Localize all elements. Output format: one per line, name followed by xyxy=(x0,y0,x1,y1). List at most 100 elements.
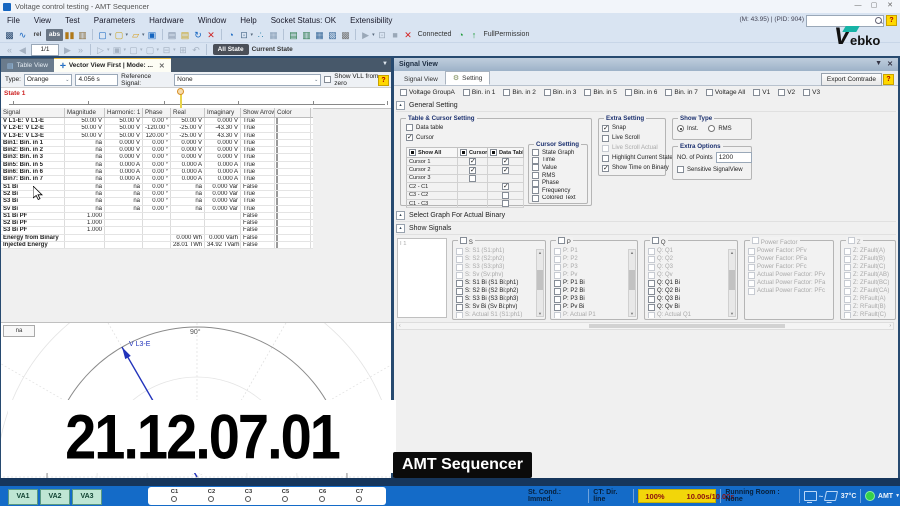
cursor-setting-checkbox-phase[interactable] xyxy=(532,179,539,187)
cursor-setting-checkbox-value[interactable] xyxy=(532,164,539,172)
filter-checkbox-bin-in-5[interactable] xyxy=(584,89,592,96)
filter-bin-in-7[interactable]: Bin. in 7 xyxy=(665,89,698,96)
cursor-setting-checkbox-time[interactable] xyxy=(532,156,539,164)
page-indicator[interactable]: 1/1 xyxy=(31,43,59,56)
close-button[interactable]: ✕ xyxy=(882,0,898,11)
extra-setting-highlight-current-state[interactable]: Highlight Current State xyxy=(602,153,673,163)
dropdown-arrow-icon[interactable]: ▾ xyxy=(140,47,143,53)
scrollbar-thumb[interactable] xyxy=(537,269,543,290)
show-type-rms[interactable]: RMS xyxy=(708,125,732,132)
clock-icon[interactable]: ◔ xyxy=(225,29,238,41)
filter-v3[interactable]: V3 xyxy=(803,89,820,96)
undo-state-icon[interactable]: ↶ xyxy=(190,44,203,56)
vertical-scrollbar[interactable]: ▲ ▼ xyxy=(628,249,636,317)
signal-checkbox-q-q3-bi[interactable] xyxy=(648,295,655,303)
signal-item-s-s2-bi-s2-bi-ph2[interactable]: S: S2 Bi (S2 Bi:ph2) xyxy=(456,287,536,295)
filter-v1[interactable]: V1 xyxy=(753,89,770,96)
system-config-icon[interactable]: ▩ xyxy=(3,29,16,41)
dropdown-arrow-icon[interactable]: ▾ xyxy=(109,32,112,38)
grid-checkbox[interactable] xyxy=(502,166,509,174)
reference-signal-select[interactable]: None ⌄ xyxy=(174,73,322,86)
state-merge-icon[interactable]: ⊞ xyxy=(177,44,190,56)
state-copy-icon[interactable]: ▢ xyxy=(127,44,140,56)
cursor-setting-value[interactable]: Value xyxy=(532,164,576,172)
table-row[interactable]: V L3-E: V L3-E 50.00 V 50.00 V 120.00 ° -25.… xyxy=(1,132,313,140)
signal-checkbox-s-s3-bi-s3-bi-ph3[interactable] xyxy=(456,295,463,303)
va1-button[interactable]: VA1 xyxy=(8,489,38,505)
all-state-button[interactable]: All State xyxy=(212,44,249,55)
filter-v2[interactable]: V2 xyxy=(778,89,795,96)
signal-checkbox-p-p2-bi[interactable] xyxy=(554,287,561,295)
delete-icon[interactable]: ✕ xyxy=(205,29,218,41)
type-select[interactable]: Orange ⌄ xyxy=(23,73,73,86)
filter-checkbox-v2[interactable] xyxy=(778,89,786,96)
signal-checkbox-p-p3-bi[interactable] xyxy=(554,295,561,303)
nav-prev-button[interactable]: ◀ xyxy=(16,44,29,56)
filter-checkbox-v1[interactable] xyxy=(753,89,761,96)
show-type-radio-rms[interactable] xyxy=(708,125,716,132)
menu-item-hardware[interactable]: Hardware xyxy=(142,16,191,25)
grid-checkbox[interactable] xyxy=(502,200,509,208)
stop-button[interactable]: ■ xyxy=(389,29,402,41)
menu-item-extensibility[interactable]: Extensibility xyxy=(343,16,399,25)
grid-checkbox[interactable] xyxy=(502,191,509,199)
filter-checkbox-bin-in-3[interactable] xyxy=(543,89,551,96)
cursor-setting-colored-text[interactable]: Colored Text xyxy=(532,194,576,203)
signal-checkbox-s-s1-bi-s1-bi-ph1[interactable] xyxy=(456,279,463,287)
dropdown-arrow-icon[interactable]: ▾ xyxy=(142,32,145,38)
table-row[interactable]: Bin1: Bin. in 1 na 0.000 V 0.00 ° 0.000 V 0.0… xyxy=(1,139,313,148)
copy-icon[interactable]: ▤ xyxy=(166,29,179,41)
new-document-icon[interactable]: ▢ xyxy=(96,29,109,41)
scroll-down-icon[interactable]: ▼ xyxy=(629,311,635,316)
channel-c5[interactable]: C5 xyxy=(282,489,289,503)
signal-item-q-q2-bi[interactable]: Q: Q2 Bi xyxy=(648,287,728,295)
tab-signal-view[interactable]: Signal View xyxy=(397,74,445,85)
cursor-setting-state-graph[interactable]: State Graph xyxy=(532,149,576,157)
state-add-icon[interactable]: ▣ xyxy=(111,44,124,56)
table-row[interactable]: V L2-E: V L2-E 50.00 V 50.00 V -120.00 ° -25… xyxy=(1,125,313,133)
state-paste-icon[interactable]: ▢ xyxy=(144,44,157,56)
cursor-setting-checkbox-rms[interactable] xyxy=(532,172,539,180)
extra-setting-show-time-on-binary[interactable]: Show Time on Binary xyxy=(602,163,673,173)
table-row[interactable]: Bin3: Bin. in 3 na 0.000 V 0.00 ° 0.000 V 0.0… xyxy=(1,154,313,162)
tab-table-view[interactable]: ▤ Table View xyxy=(1,59,54,72)
device-menu[interactable]: AMT xyxy=(878,493,893,500)
sync-clock-icon[interactable]: ◔ xyxy=(454,29,467,41)
filter-bin-in-5[interactable]: Bin. in 5 xyxy=(584,89,617,96)
table-row[interactable]: Bin5: Bin. in 5 na 0.000 A 0.00 ° 0.000 A 0.0… xyxy=(1,161,313,170)
table-row[interactable]: S2 Bi na na 0.00 ° na 0.000 Var True xyxy=(1,190,313,199)
analog-channels-icon[interactable]: ▮▮ xyxy=(63,29,76,41)
va3-button[interactable]: VA3 xyxy=(72,489,102,505)
menu-item-help[interactable]: Help xyxy=(233,16,263,25)
signal-checkbox-q-q1-bi[interactable] xyxy=(648,279,655,287)
dropdown-arrow-icon[interactable]: ▾ xyxy=(157,47,160,53)
scrollbar-thumb[interactable] xyxy=(629,269,635,290)
table-row[interactable]: S3 Bi na na 0.00 ° na 0.000 Var True xyxy=(1,198,313,206)
nav-last-button[interactable]: » xyxy=(74,44,87,56)
network-icon[interactable]: ∴ xyxy=(254,29,267,41)
signal-checkbox-q-qv-bi[interactable] xyxy=(648,303,655,311)
disconnect-icon[interactable]: ✕ xyxy=(402,29,415,41)
nav-next-button[interactable]: ▶ xyxy=(61,44,74,56)
collapse-icon[interactable]: ▴ xyxy=(396,224,405,233)
signal-item-s-s1-bi-s1-bi-ph1[interactable]: S: S1 Bi (S1 Bi:ph1) xyxy=(456,279,536,287)
signal-item-q-q3-bi[interactable]: Q: Q3 Bi xyxy=(648,295,728,303)
collapse-icon[interactable]: ▴ xyxy=(396,211,405,220)
filter-bin-in-1[interactable]: Bin. in 1 xyxy=(462,89,495,96)
cursor-setting-checkbox-colored-text[interactable] xyxy=(532,194,539,202)
help-badge-icon[interactable]: ? xyxy=(378,75,389,86)
table-row[interactable]: S2 Bi PF 1.000 False xyxy=(1,220,313,228)
upload-icon[interactable]: ↑ xyxy=(467,29,480,41)
extra-setting-checkbox-live-scroll[interactable] xyxy=(602,134,609,142)
vertical-scrollbar[interactable]: ▲ ▼ xyxy=(536,249,544,317)
tab-setting[interactable]: ⚙ Setting xyxy=(444,71,491,85)
select-all-checkbox[interactable] xyxy=(409,149,416,156)
tab-vector-view[interactable]: ✛ Vector View First | Mode: ... ✕ xyxy=(53,58,171,72)
scrollbar-thumb[interactable] xyxy=(589,324,785,328)
select-all-checkbox[interactable] xyxy=(490,149,497,156)
menu-item-socket-status-ok[interactable]: Socket Status: OK xyxy=(264,16,343,25)
signal-item-s-s3-bi-s3-bi-ph3[interactable]: S: S3 Bi (S3 Bi:ph3) xyxy=(456,295,536,303)
show-type-inst[interactable]: Inst. xyxy=(677,125,698,132)
menu-item-test[interactable]: Test xyxy=(58,16,87,25)
menu-item-view[interactable]: View xyxy=(27,16,58,25)
